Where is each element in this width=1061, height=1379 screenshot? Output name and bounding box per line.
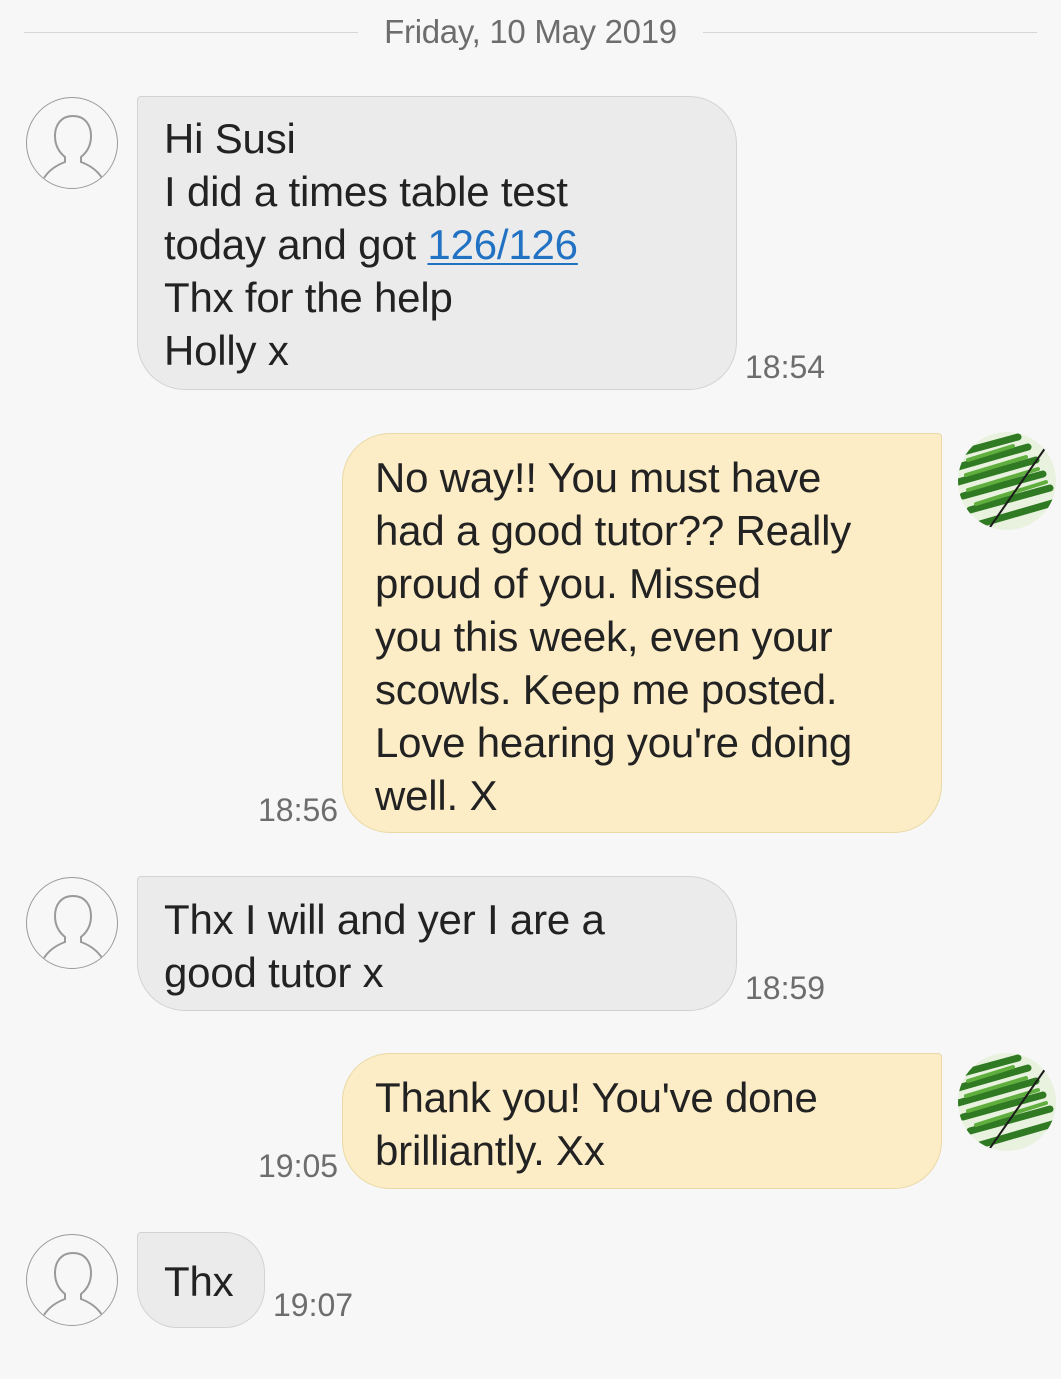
message-line: well. X (375, 772, 498, 819)
message-line: Thx I will and yer I are a (164, 896, 605, 943)
message-line: Holly x (164, 327, 289, 374)
message-line: you this week, even your (375, 613, 833, 660)
message-line: No way!! You must have (375, 454, 822, 501)
message-line: Love hearing you're doing (375, 719, 853, 766)
message-link[interactable]: 126/126 (427, 221, 578, 268)
own-avatar-fern-icon[interactable] (958, 432, 1056, 530)
message-line: Hi Susi (164, 115, 296, 162)
message-text: today and got (164, 221, 428, 268)
message-line: Thx (164, 1258, 234, 1305)
message-timestamp: 18:59 (745, 970, 826, 1006)
contact-avatar-icon[interactable] (26, 1234, 118, 1326)
message-timestamp: 19:07 (273, 1287, 354, 1323)
message-line: Thank you! You've done (375, 1074, 818, 1121)
date-separator-label: Friday, 10 May 2019 (384, 13, 677, 50)
message-line: proud of you. Missed (375, 560, 761, 607)
own-avatar-fern-icon[interactable] (958, 1053, 1056, 1151)
message-bubble-incoming[interactable]: Hi Susi I did a times table test today a… (137, 96, 737, 390)
date-separator-line-right (702, 31, 1038, 33)
contact-avatar-icon[interactable] (26, 877, 118, 969)
message-bubble-outgoing[interactable]: No way!! You must have had a good tutor?… (342, 433, 942, 833)
message-line: Thx for the help (164, 274, 453, 321)
message-bubble-outgoing[interactable]: Thank you! You've done brilliantly. Xx (342, 1053, 942, 1189)
message-line: good tutor x (164, 949, 384, 996)
message-timestamp: 18:56 (258, 792, 339, 828)
message-bubble-incoming[interactable]: Thx (137, 1232, 265, 1328)
message-bubble-incoming[interactable]: Thx I will and yer I are a good tutor x (137, 876, 737, 1011)
date-separator: Friday, 10 May 2019 (24, 10, 1038, 54)
message-timestamp: 19:05 (258, 1148, 339, 1184)
message-timestamp: 18:54 (745, 349, 826, 385)
contact-avatar-icon[interactable] (26, 97, 118, 189)
message-line: I did a times table test (164, 168, 568, 215)
date-separator-line-left (24, 31, 359, 33)
message-line: had a good tutor?? Really (375, 507, 852, 554)
message-line: scowls. Keep me posted. (375, 666, 838, 713)
message-line: brilliantly. Xx (375, 1127, 605, 1174)
message-line-with-link: today and got 126/126 (164, 218, 716, 271)
